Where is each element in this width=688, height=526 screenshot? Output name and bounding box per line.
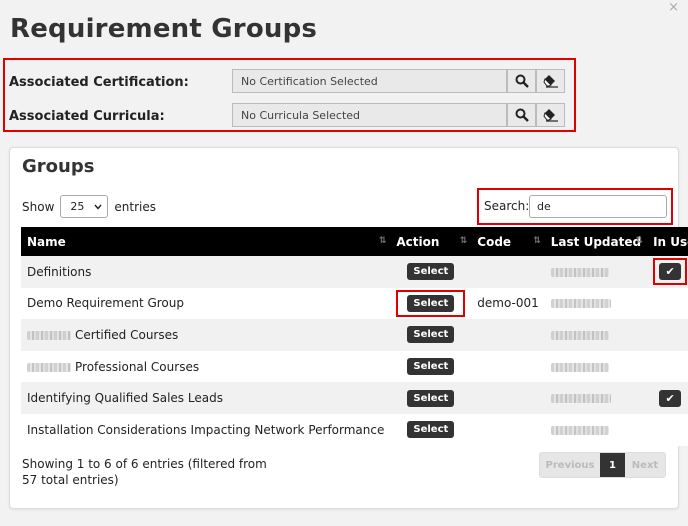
certification-clear-button[interactable]: [536, 69, 565, 93]
column-header-name[interactable]: Name ⇅: [21, 227, 391, 256]
table-row: Installation Considerations Impacting Ne…: [21, 413, 688, 446]
search-icon: [515, 74, 529, 88]
row-in-use: [647, 413, 688, 446]
table-row: Certified Courses Select: [21, 319, 688, 351]
row-code: demo-001: [471, 287, 545, 320]
select-button[interactable]: Select: [407, 389, 455, 407]
column-header-last-updated[interactable]: Last Updated ⇅: [544, 227, 648, 256]
entries-label: entries: [114, 199, 156, 214]
row-last-updated: [544, 256, 648, 288]
groups-title: Groups: [22, 156, 95, 177]
certification-search-button[interactable]: [507, 69, 536, 93]
table-row: Demo Requirement Group Select demo-001: [21, 287, 688, 320]
row-last-updated: [544, 350, 648, 383]
groups-table: Name⇅ Action⇅ Code⇅ Last Updated⇅ In Use…: [21, 227, 688, 446]
entries-control: Show 25 entries: [22, 195, 156, 218]
column-header-in-use[interactable]: In Use⇅: [647, 227, 688, 256]
select-highlight: Select: [396, 289, 466, 317]
row-action: Select: [390, 350, 472, 383]
next-page-button[interactable]: Next: [625, 453, 665, 477]
curricula-row: Associated Curricula: No Curricula Selec…: [5, 103, 574, 129]
certification-row: Associated Certification: No Certificati…: [5, 69, 574, 95]
curricula-field[interactable]: No Curricula Selected: [232, 103, 507, 127]
redacted-date: [550, 330, 609, 340]
in-use-highlight: ✔: [653, 258, 688, 286]
entries-value: 25: [70, 200, 85, 213]
column-header-code[interactable]: Code ⇅: [471, 227, 545, 256]
row-action: Select: [390, 382, 472, 414]
table-header-row: Name⇅ Action⇅ Code⇅ Last Updated⇅ In Use…: [21, 227, 688, 256]
eraser-icon: [542, 109, 558, 122]
search-label: Search:: [484, 199, 530, 213]
redacted-prefix: [27, 330, 71, 340]
select-button[interactable]: Select: [407, 421, 455, 439]
page-title: Requirement Groups: [10, 14, 318, 44]
row-code: [471, 319, 545, 351]
curricula-search-button[interactable]: [507, 103, 536, 127]
row-in-use: ✔: [647, 256, 688, 288]
entries-select[interactable]: 25: [60, 195, 109, 218]
row-name: Definitions: [21, 256, 391, 288]
table-info: Showing 1 to 6 of 6 entries (filtered fr…: [22, 457, 267, 487]
chevron-down-icon: [94, 204, 102, 210]
associations-highlight: Associated Certification: No Certificati…: [3, 58, 576, 132]
row-action: Select: [390, 287, 472, 320]
row-last-updated: [544, 287, 648, 320]
select-button[interactable]: Select: [407, 294, 455, 312]
select-button[interactable]: Select: [407, 358, 455, 376]
sort-icon: ⇅: [378, 236, 386, 246]
curricula-clear-button[interactable]: [536, 103, 565, 127]
row-last-updated: [544, 319, 648, 351]
row-in-use: [647, 319, 688, 351]
row-action: Select: [390, 319, 472, 351]
sort-icon: ⇅: [459, 236, 467, 246]
row-name: Identifying Qualified Sales Leads: [21, 382, 391, 414]
row-in-use: ✔: [647, 382, 688, 414]
row-in-use: [647, 287, 688, 320]
check-icon[interactable]: ✔: [659, 263, 682, 281]
curricula-label: Associated Curricula:: [9, 109, 165, 124]
row-code: [471, 350, 545, 383]
sort-icon: ⇅: [635, 236, 643, 246]
select-button[interactable]: Select: [407, 326, 455, 344]
row-in-use: [647, 350, 688, 383]
sort-icon: ⇅: [533, 236, 540, 246]
redacted-date: [550, 299, 611, 309]
row-code: [471, 256, 545, 288]
row-name: Installation Considerations Impacting Ne…: [21, 413, 391, 446]
column-header-action[interactable]: Action ⇅: [390, 227, 472, 256]
check-icon[interactable]: ✔: [659, 389, 682, 407]
search-icon: [515, 108, 529, 122]
certification-label: Associated Certification:: [9, 75, 189, 90]
redacted-date: [550, 425, 609, 435]
redacted-date: [550, 394, 611, 404]
select-button[interactable]: Select: [407, 263, 455, 281]
current-page-button[interactable]: 1: [600, 453, 625, 477]
row-code: [471, 413, 545, 446]
redacted-date: [550, 362, 609, 372]
search-highlight: Search: de: [477, 188, 673, 225]
table-row: Definitions Select ✔: [21, 256, 688, 288]
row-name: Demo Requirement Group: [21, 287, 391, 320]
row-code: [471, 382, 545, 414]
row-action: Select: [390, 413, 472, 446]
table-row: Professional Courses Select: [21, 350, 688, 383]
table-row: Identifying Qualified Sales Leads Select…: [21, 382, 688, 414]
previous-page-button[interactable]: Previous: [540, 453, 600, 477]
redacted-prefix: [27, 362, 71, 372]
certification-field[interactable]: No Certification Selected: [232, 69, 507, 93]
close-icon[interactable]: ×: [668, 0, 679, 15]
row-last-updated: [544, 413, 648, 446]
eraser-icon: [542, 75, 558, 88]
row-last-updated: [544, 382, 648, 414]
pagination: Previous 1 Next: [539, 452, 666, 478]
search-input[interactable]: de: [529, 195, 667, 218]
groups-panel: Groups Show 25 entries Search: de Name ⇅ …: [9, 147, 688, 509]
redacted-date: [550, 267, 609, 277]
row-action: Select: [390, 256, 472, 288]
show-label: Show: [22, 199, 55, 214]
row-name: Certified Courses: [21, 319, 391, 351]
row-name: Professional Courses: [21, 350, 391, 383]
